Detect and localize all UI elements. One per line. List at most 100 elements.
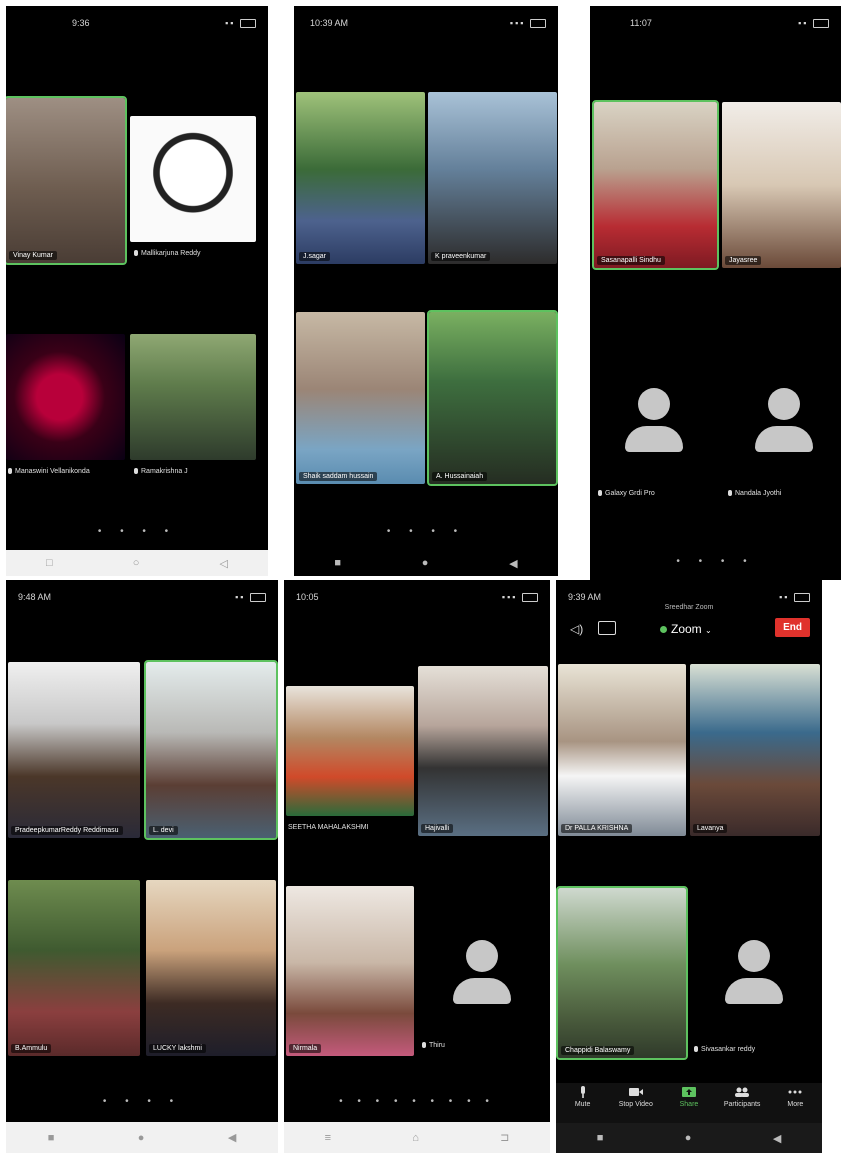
mic-icon <box>422 1042 426 1049</box>
battery-icon <box>813 19 829 29</box>
nav-bar: ■ ● ◀ <box>556 1123 822 1153</box>
recents-nav-icon[interactable]: ■ <box>48 1132 55 1144</box>
phone-screenshot-3: 11:07 ▪▪ Sasanapalli Sindhu Jayasree Gal… <box>590 6 841 580</box>
back-nav-icon[interactable]: ◀ <box>509 557 517 570</box>
participant-name: Chappidi Balaswamy <box>561 1046 635 1055</box>
phone-screenshot-1: 9:36 ▪▪ Vinay Kumar Mallikarjuna Reddy M… <box>6 6 268 550</box>
video-tile[interactable]: Sasanapalli Sindhu <box>592 100 719 270</box>
home-nav-icon[interactable]: ● <box>138 1132 145 1144</box>
video-tile[interactable]: J.sagar <box>296 92 425 264</box>
video-tile[interactable]: PradeepkumarReddy Reddimasu <box>8 662 140 838</box>
participant-label: Thiru <box>422 1042 445 1049</box>
mic-icon <box>134 250 138 257</box>
video-tile[interactable]: LUCKY lakshmi <box>146 880 276 1056</box>
phone-screenshot-6: 9:39 AM ▪▪ Sreedhar Zoom ◁) Zoom ⌄ End D… <box>556 580 822 1153</box>
mute-button[interactable]: Mute <box>559 1083 607 1108</box>
participant-name: J.sagar <box>299 252 330 261</box>
participant-label: Sivasankar reddy <box>694 1046 755 1053</box>
status-icons: ▪▪ <box>235 592 266 603</box>
home-nav-icon[interactable]: ● <box>422 557 429 569</box>
back-nav-icon[interactable]: ◀ <box>228 1131 236 1144</box>
participant-name: LUCKY lakshmi <box>149 1044 206 1053</box>
participant-label: SEETHA MAHALAKSHMI <box>288 824 369 831</box>
mic-icon <box>728 490 732 497</box>
participant-name: Nirmala <box>289 1044 322 1053</box>
chevron-down-icon: ⌄ <box>705 626 712 635</box>
video-tile[interactable]: Nirmala <box>286 886 414 1056</box>
page-indicator: • • • • <box>386 526 466 537</box>
page-indicator: • • • • <box>676 556 755 567</box>
more-icon <box>788 1090 802 1094</box>
video-tile[interactable] <box>130 334 256 460</box>
status-bar: 9:48 AM ▪▪ <box>6 580 278 614</box>
recents-nav-icon[interactable]: ■ <box>334 557 341 569</box>
page-indicator: • • • • <box>97 526 177 537</box>
status-icons: ▪▪ <box>798 18 829 29</box>
video-tile[interactable]: Shaik saddam hussain <box>296 312 425 484</box>
video-tile[interactable] <box>286 686 414 816</box>
video-tile[interactable]: B.Ammulu <box>8 880 140 1056</box>
nav-bar: ≡ ⌂ ⊐ <box>284 1122 550 1153</box>
avatar <box>622 388 686 454</box>
back-nav-icon[interactable]: ⊐ <box>500 1131 509 1144</box>
menu-nav-icon[interactable]: ≡ <box>325 1132 331 1144</box>
back-nav-icon[interactable]: ◀ <box>773 1132 781 1145</box>
participants-icon <box>735 1087 750 1097</box>
video-tile[interactable]: L. devi <box>144 660 278 840</box>
phone-screenshot-2: 10:39 AM ▪▪▪ J.sagar K praveenkumar Shai… <box>294 6 558 550</box>
video-tile[interactable] <box>130 116 256 242</box>
back-nav-icon[interactable]: □ <box>46 557 53 569</box>
microphone-icon <box>580 1086 585 1098</box>
video-tile[interactable]: Lavanya <box>690 664 820 836</box>
share-screen-icon <box>681 1087 696 1097</box>
secure-icon <box>660 626 667 634</box>
video-tile[interactable]: K praveenkumar <box>428 92 557 264</box>
participant-name: Jayasree <box>725 256 762 265</box>
battery-icon <box>522 593 538 603</box>
status-time: 10:39 AM <box>310 18 349 28</box>
participant-name: Sasanapalli Sindhu <box>597 256 665 265</box>
avatar <box>722 940 786 1006</box>
video-tile[interactable] <box>6 334 125 460</box>
participant-label: Manaswini Vellanikonda <box>8 468 90 475</box>
mic-icon <box>694 1046 698 1053</box>
end-button[interactable]: End <box>775 618 810 637</box>
recents-nav-icon[interactable]: ■ <box>597 1132 604 1144</box>
stop-video-button[interactable]: Stop Video <box>612 1083 660 1108</box>
home-nav-icon[interactable]: ○ <box>133 557 140 569</box>
participants-button[interactable]: Participants <box>718 1083 766 1108</box>
more-button[interactable]: More <box>771 1083 819 1108</box>
status-icons: ▪▪▪ <box>502 592 538 603</box>
zoom-menu[interactable]: Zoom ⌄ <box>660 622 712 636</box>
status-bar: 10:05 ▪▪▪ <box>284 580 550 614</box>
status-icons: ▪▪▪ <box>510 18 546 29</box>
video-tile[interactable]: Vinay Kumar <box>6 96 127 265</box>
video-tile[interactable]: Chappidi Balaswamy <box>556 886 688 1060</box>
participant-label: Nandala Jyothi <box>728 490 781 497</box>
home-nav-icon[interactable]: ● <box>685 1132 692 1144</box>
status-time: 9:39 AM <box>568 592 602 602</box>
speaker-icon[interactable]: ◁) <box>570 622 583 636</box>
video-tile[interactable]: A. Hussainaiah <box>427 310 558 486</box>
video-tile[interactable]: Jayasree <box>722 102 841 268</box>
status-bar: 10:39 AM ▪▪▪ <box>294 6 558 40</box>
battery-icon <box>794 593 810 603</box>
home-nav-icon[interactable]: ⌂ <box>412 1132 419 1144</box>
battery-icon <box>250 593 266 603</box>
nav-bar: ■ ● ◀ <box>294 550 558 576</box>
share-button[interactable]: Share <box>665 1083 713 1108</box>
participant-name: Hajivalli <box>421 824 454 833</box>
battery-icon <box>530 19 546 29</box>
nav-bar: ■ ● ◀ <box>6 1122 278 1153</box>
status-time: 9:48 AM <box>18 592 52 602</box>
switch-camera-icon[interactable] <box>598 621 616 635</box>
video-tile[interactable]: Dr PALLA KRISHNA <box>558 664 686 836</box>
recents-nav-icon[interactable]: ◁ <box>219 557 227 570</box>
status-icons: ▪▪ <box>225 18 256 29</box>
nav-bar: □ ○ ◁ <box>6 550 268 576</box>
status-time: 10:05 <box>296 592 319 602</box>
battery-icon <box>240 19 256 29</box>
status-time: 9:36 <box>72 18 90 28</box>
video-tile[interactable]: Hajivalli <box>418 666 548 836</box>
participant-label: Mallikarjuna Reddy <box>134 250 201 257</box>
